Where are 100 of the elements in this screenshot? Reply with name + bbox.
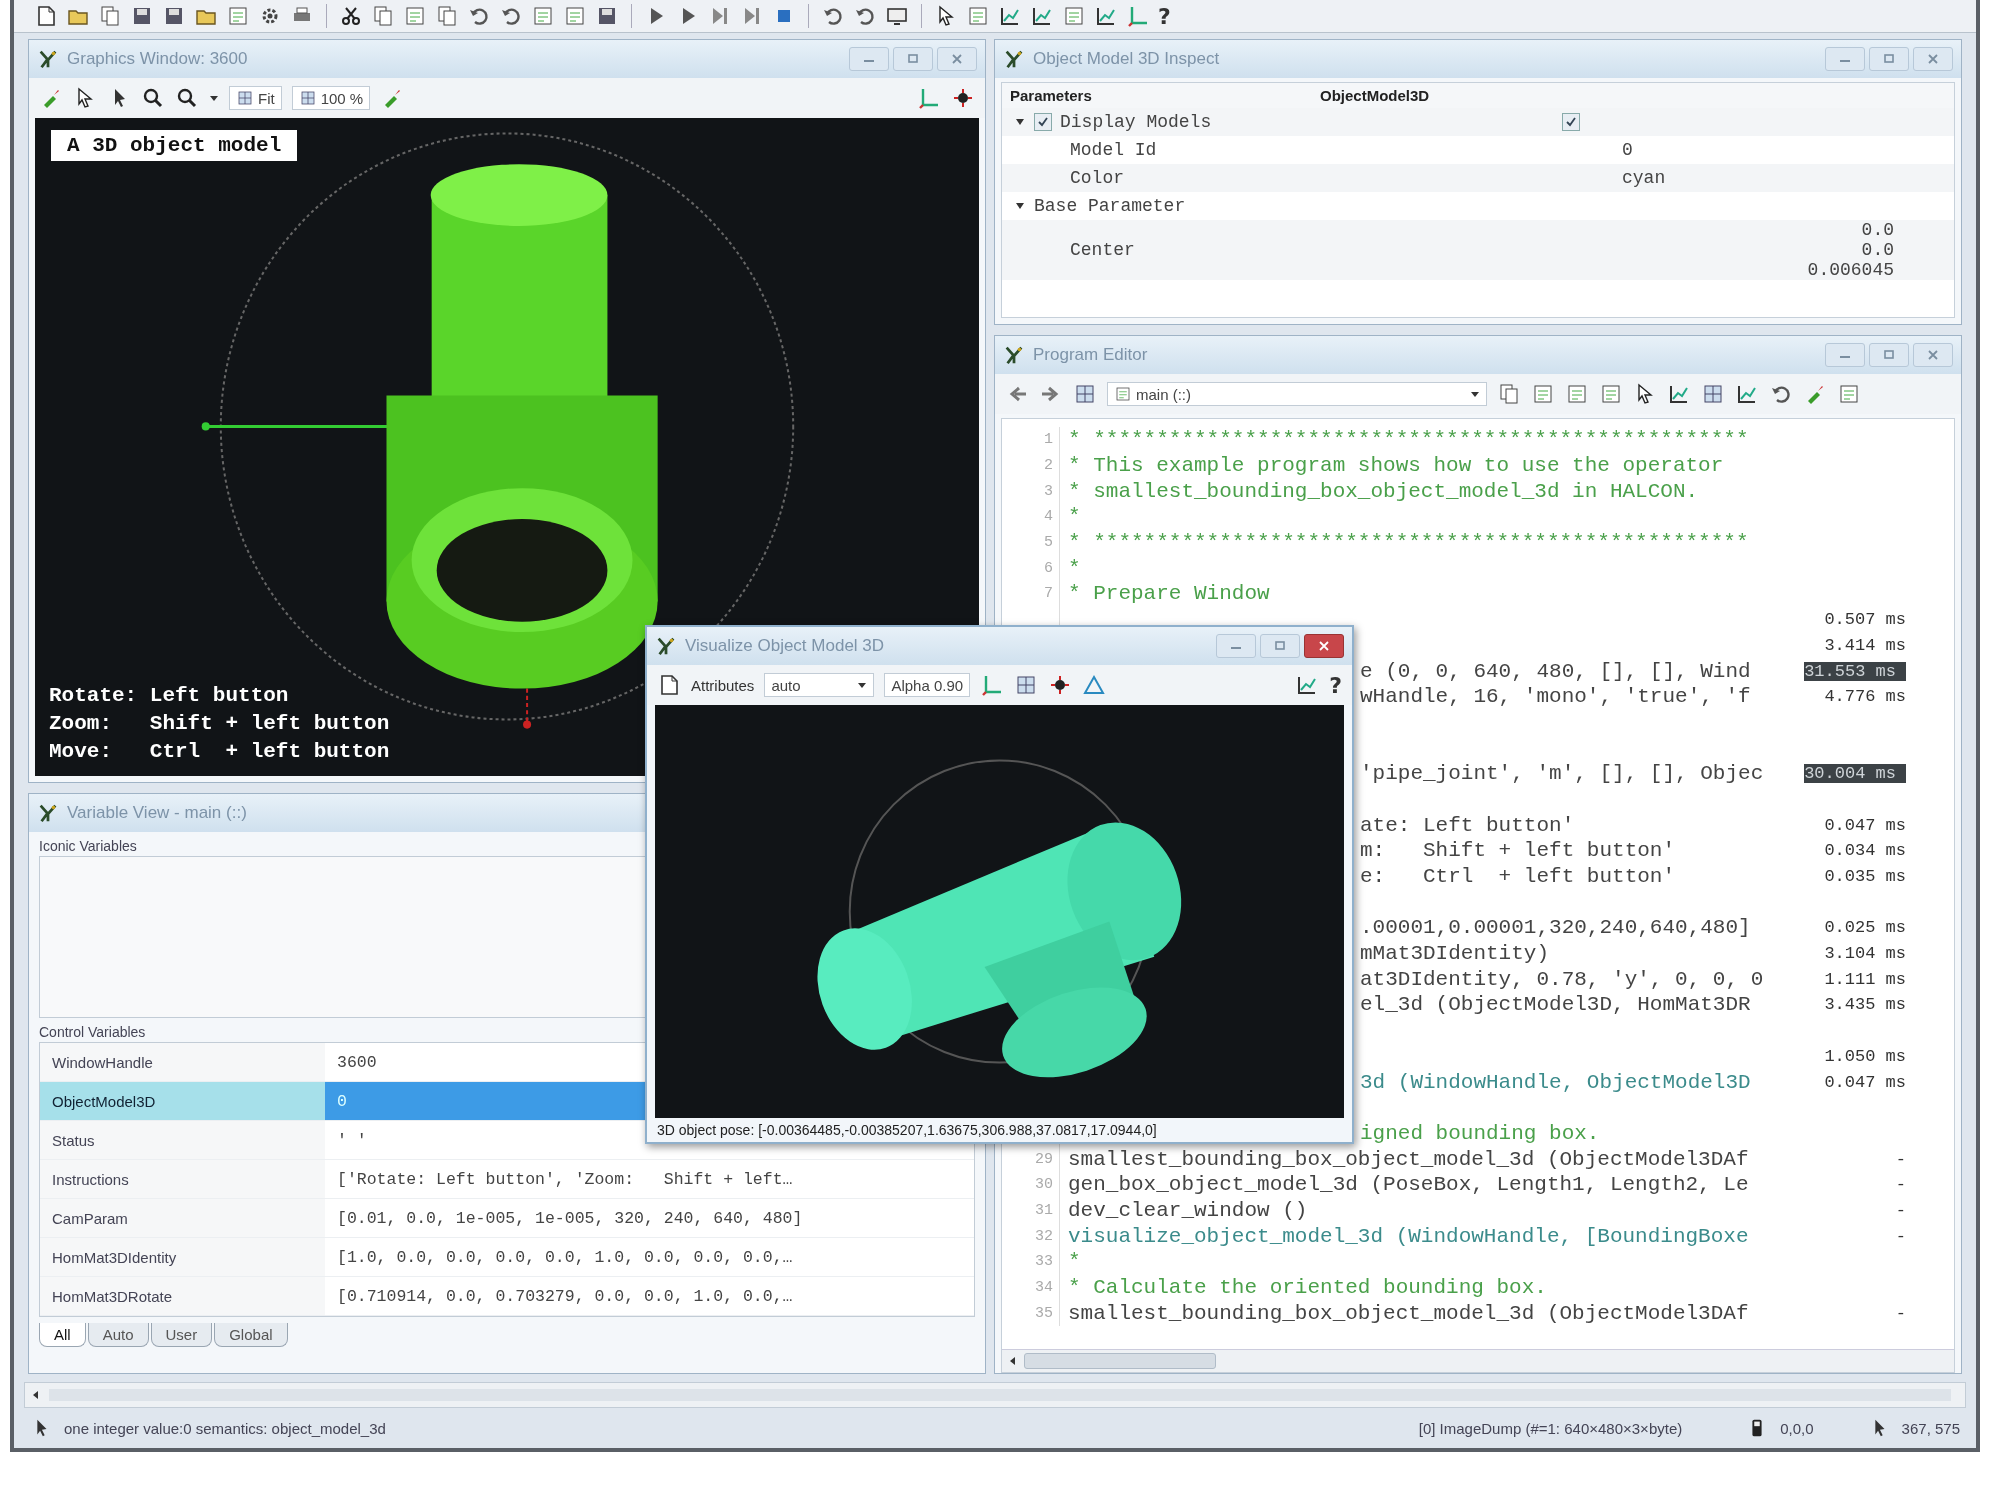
page-icon[interactable] bbox=[226, 4, 250, 28]
help-button[interactable]: ? bbox=[1329, 672, 1342, 698]
code-line: visualize_object_model_3d (WindowHandle, [BoundingBoxe bbox=[1068, 1224, 1749, 1248]
variable-row[interactable]: HomMat3DRotate [0.710914, 0.0, 0.703279, 0.0, 0.0, 1.0, 0.0,… bbox=[40, 1277, 974, 1316]
execution-time: 1.050 ms bbox=[1824, 1046, 1906, 1066]
light-icon[interactable] bbox=[951, 86, 975, 110]
code-line: gen_box_object_model_3d (PoseBox, Length1, Length2, Le bbox=[1068, 1173, 1749, 1197]
copy-icon[interactable] bbox=[435, 4, 459, 28]
execution-time: 1.111 ms bbox=[1824, 969, 1906, 989]
scrollbar-thumb[interactable] bbox=[1024, 1353, 1216, 1369]
grid-icon bbox=[298, 89, 317, 107]
close-icon bbox=[950, 54, 964, 64]
procedure-dropdown[interactable]: main (::) bbox=[1107, 382, 1487, 406]
parameter-label: Model Id bbox=[1070, 140, 1157, 160]
logo-icon bbox=[37, 802, 59, 824]
help-button[interactable]: ? bbox=[1158, 3, 1171, 29]
close-icon bbox=[1926, 350, 1940, 360]
page-icon[interactable] bbox=[966, 4, 990, 28]
caret-icon[interactable] bbox=[209, 93, 219, 103]
axes-icon[interactable] bbox=[1126, 4, 1150, 28]
line-number: 4 bbox=[1044, 508, 1053, 526]
parameter-value: 0.0 bbox=[1861, 220, 1894, 240]
axes-icon[interactable] bbox=[917, 86, 941, 110]
group-label: Iconic Variables bbox=[39, 838, 138, 854]
page-icon[interactable] bbox=[563, 4, 587, 28]
scroll-left-arrow-icon[interactable] bbox=[31, 1390, 41, 1400]
variable-name: HomMat3DRotate bbox=[40, 1277, 325, 1315]
grid-icon[interactable] bbox=[1701, 382, 1725, 406]
page-icon[interactable] bbox=[531, 4, 555, 28]
checkbox[interactable] bbox=[1034, 113, 1052, 131]
variable-value: [0.710914, 0.0, 0.703279, 0.0, 0.0, 1.0, 0.0,… bbox=[337, 1286, 793, 1306]
variable-row[interactable]: HomMat3DIdentity [1.0, 0.0, 0.0, 0.0, 0.0, 1.0, 0.0, 0.0, 0.0,… bbox=[40, 1238, 974, 1277]
execution-time: - bbox=[1895, 1303, 1906, 1323]
close-icon bbox=[1926, 54, 1940, 64]
group-label: Control Variables bbox=[39, 1024, 147, 1040]
zoom-fit-dropdown[interactable]: Fit bbox=[229, 86, 282, 110]
zoom-percent-dropdown[interactable]: 100 % bbox=[291, 86, 371, 110]
line-number: 7 bbox=[1044, 585, 1053, 603]
window-title: Graphics Window: 3600 bbox=[67, 49, 249, 69]
copy-icon[interactable] bbox=[371, 4, 395, 28]
triangle-icon[interactable] bbox=[1082, 673, 1107, 697]
code-line: smallest_bounding_box_object_model_3d (ObjectModel3DAf bbox=[1068, 1301, 1749, 1325]
caret-icon[interactable] bbox=[1470, 389, 1480, 399]
image-info: [0] ImageDump (#=1: 640×480×3×byte) bbox=[1418, 1419, 1683, 1437]
variable-row[interactable]: Instructions ['Rotate: Left button', 'Zoom: Shift + left… bbox=[40, 1160, 974, 1199]
grid-icon[interactable] bbox=[1073, 382, 1097, 406]
code-line: e: Ctrl + left button' bbox=[1360, 865, 1676, 889]
variable-tab[interactable]: User bbox=[150, 1323, 213, 1347]
page-icon[interactable] bbox=[1062, 4, 1086, 28]
canvas-label: A 3D object model bbox=[51, 130, 298, 161]
page-icon[interactable] bbox=[1531, 382, 1555, 406]
copy-icon[interactable] bbox=[1497, 382, 1521, 406]
caret-icon[interactable] bbox=[857, 680, 868, 690]
window-title: Visualize Object Model 3D bbox=[685, 636, 886, 656]
logo-icon bbox=[37, 48, 59, 70]
line-number: 32 bbox=[1035, 1227, 1053, 1245]
execution-time: 30.004 ms bbox=[1804, 764, 1906, 784]
variable-value: 0 bbox=[337, 1091, 347, 1111]
parameter-value: 0.006045 bbox=[1807, 260, 1894, 280]
line-number: 6 bbox=[1044, 559, 1053, 577]
parameter-label: Color bbox=[1070, 168, 1124, 188]
variable-tab[interactable]: All bbox=[39, 1323, 86, 1347]
code-line: * Prepare Window bbox=[1068, 582, 1270, 606]
variable-row[interactable]: CamParam [0.01, 0.0, 1e-005, 1e-005, 320, 240, 640, 480] bbox=[40, 1199, 974, 1238]
search-icon[interactable] bbox=[141, 86, 165, 110]
pixel-value: 0,0,0 bbox=[1780, 1419, 1814, 1437]
restore-icon bbox=[1882, 350, 1896, 360]
window-title: Object Model 3D Inspect bbox=[1033, 49, 1221, 69]
execution-time: 4.776 ms bbox=[1824, 687, 1906, 707]
code-line: * **************************************************** bbox=[1068, 428, 1749, 452]
line-number: 34 bbox=[1035, 1279, 1053, 1297]
code-line: at3DIdentity, 0.78, 'y', 0, 0, 0 bbox=[1360, 967, 1764, 991]
page-icon[interactable] bbox=[1837, 382, 1861, 406]
code-line: e (0, 0, 640, 480, [], [], Wind bbox=[1360, 659, 1751, 683]
column-header: ObjectModel3D bbox=[1320, 87, 1431, 104]
checkbox[interactable] bbox=[1562, 113, 1580, 131]
execution-time: 0.035 ms bbox=[1824, 867, 1906, 887]
page-icon[interactable] bbox=[1599, 382, 1623, 406]
parameter-value: 0.0 bbox=[1861, 240, 1894, 260]
scroll-left-arrow-icon[interactable] bbox=[1008, 1356, 1018, 1366]
code-line: * This example program shows how to use the operator bbox=[1068, 454, 1724, 478]
copy-icon[interactable] bbox=[98, 4, 122, 28]
page-icon[interactable] bbox=[403, 4, 427, 28]
code-line: igned bounding box. bbox=[1360, 1121, 1600, 1145]
variable-name: ObjectModel3D bbox=[40, 1082, 325, 1120]
alpha-spinner[interactable]: Alpha 0.90 bbox=[884, 673, 971, 697]
logo-icon bbox=[655, 635, 677, 657]
variable-value: [0.01, 0.0, 1e-005, 1e-005, 320, 240, 640, 480] bbox=[337, 1208, 803, 1228]
line-number: 31 bbox=[1035, 1201, 1053, 1219]
3d-view-canvas[interactable] bbox=[655, 705, 1344, 1118]
line-number: 29 bbox=[1035, 1150, 1053, 1168]
variable-tab[interactable]: Auto bbox=[87, 1323, 149, 1347]
close-button[interactable] bbox=[1304, 634, 1344, 658]
search-icon[interactable] bbox=[175, 86, 199, 110]
parameter-value: cyan bbox=[1622, 168, 1666, 188]
page-icon[interactable] bbox=[1565, 382, 1589, 406]
code-line: ate: Left button' bbox=[1360, 813, 1575, 837]
variable-tab[interactable]: Global bbox=[214, 1323, 288, 1347]
attributes-dropdown[interactable]: auto bbox=[764, 673, 875, 697]
variable-name: HomMat3DIdentity bbox=[40, 1238, 325, 1276]
